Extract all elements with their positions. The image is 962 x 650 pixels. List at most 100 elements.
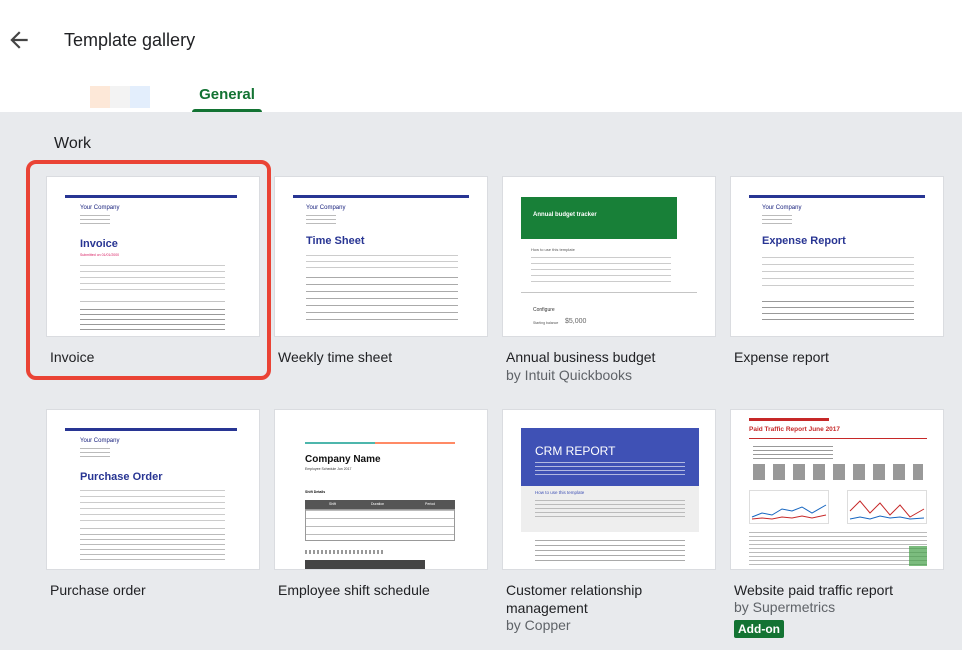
report-chart-left	[749, 490, 829, 524]
traffic-report-preview: Paid Traffic Report June 2017	[731, 410, 943, 569]
template-list: Work Your Company Invoice Submitted on 0…	[0, 112, 962, 650]
template-thumbnail[interactable]: Company Name Employee Schedule Jun 2017 …	[274, 409, 488, 570]
template-author: by Intuit Quickbooks	[506, 367, 633, 383]
doc-company: Your Company	[306, 205, 346, 211]
report-chart-right	[847, 490, 927, 524]
budget-amount-label: Starting balance	[533, 321, 559, 325]
budget-divider	[521, 292, 697, 293]
template-title: Customer relationship management	[506, 582, 643, 616]
header: Template gallery General	[0, 0, 962, 112]
crm-banner: CRM REPORT	[521, 428, 699, 486]
template-thumbnail[interactable]: Your Company Time Sheet	[274, 176, 488, 337]
budget-instructions	[531, 257, 671, 283]
tab-thumb-1[interactable]	[90, 86, 110, 108]
crm-steps	[535, 500, 685, 520]
expense-preview: Your Company Expense Report	[731, 177, 943, 336]
crm-howto-band: How to use this template	[521, 486, 699, 532]
schedule-subtitle: Employee Schedule Jun 2017	[305, 467, 352, 471]
doc-header-bar	[749, 195, 925, 198]
doc-details	[80, 490, 225, 524]
doc-vendor	[80, 534, 225, 564]
doc-header-bar	[65, 195, 237, 198]
doc-heading: Time Sheet	[306, 235, 365, 247]
doc-address	[80, 448, 110, 460]
page-title: Template gallery	[64, 30, 196, 50]
budget-label: How to use this template	[531, 247, 575, 252]
doc-divider	[80, 528, 225, 529]
doc-details	[762, 257, 914, 287]
line-chart-left-icon	[751, 504, 827, 520]
doc-company: Your Company	[80, 205, 120, 211]
doc-submitted: Submitted on 01/01/2000	[80, 253, 120, 257]
template-title: Annual business budget	[506, 349, 656, 365]
report-table	[749, 532, 927, 568]
doc-details	[306, 255, 458, 269]
report-kpis	[753, 464, 923, 480]
doc-company: Your Company	[762, 205, 802, 211]
overview-label	[305, 550, 385, 554]
timesheet-preview: Your Company Time Sheet	[275, 177, 487, 336]
budget-preview: Annual budget tracker How to use this te…	[503, 177, 715, 336]
report-bullets	[753, 446, 833, 460]
template-author: by Supermetrics	[734, 599, 836, 615]
budget-heading: Annual budget tracker	[533, 212, 597, 218]
report-table-heat	[909, 546, 927, 566]
doc-table	[306, 277, 458, 325]
invoice-preview: Your Company Invoice Submitted on 01/01/…	[47, 177, 259, 336]
doc-address	[762, 215, 792, 225]
tab-general-label: General	[199, 86, 255, 103]
template-title: Expense report	[734, 349, 829, 365]
template-thumbnail[interactable]: Your Company Purchase Order	[46, 409, 260, 570]
addon-badge: Add-on	[734, 620, 784, 638]
tab-thumb-3[interactable]	[130, 86, 150, 108]
doc-table	[80, 309, 225, 331]
doc-details	[80, 265, 225, 295]
template-thumbnail[interactable]: Annual budget tracker How to use this te…	[502, 176, 716, 337]
doc-company: Your Company	[80, 438, 120, 444]
doc-table	[762, 301, 914, 325]
doc-address	[306, 215, 336, 225]
doc-header-bar	[293, 195, 469, 198]
report-rule	[749, 438, 927, 439]
template-thumbnail[interactable]: CRM REPORT How to use this template	[502, 409, 716, 570]
company-heading: Company Name	[305, 454, 381, 465]
template-title: Website paid traffic report	[734, 582, 894, 598]
doc-heading: Expense Report	[762, 235, 846, 247]
line-chart-right-icon	[849, 500, 925, 520]
tab-general[interactable]: General	[192, 86, 262, 112]
doc-divider	[80, 301, 225, 302]
template-title: Purchase order	[50, 582, 146, 598]
doc-header-bar	[65, 428, 237, 431]
report-heading: Paid Traffic Report June 2017	[749, 426, 841, 433]
arrow-left-icon	[10, 31, 28, 49]
report-topbar	[749, 418, 829, 421]
shift-schedule-preview: Company Name Employee Schedule Jun 2017 …	[275, 410, 487, 569]
back-button[interactable]	[6, 27, 32, 53]
shift-details-label: Shift Details	[305, 490, 326, 494]
shift-table-body	[305, 509, 455, 541]
template-thumbnail[interactable]: Paid Traffic Report June 2017	[730, 409, 944, 570]
overview-table-header	[305, 560, 425, 569]
accent-line-teal	[305, 442, 375, 444]
shift-col-period: Period	[425, 502, 436, 506]
budget-category: Configure	[533, 307, 555, 313]
template-title: Employee shift schedule	[278, 582, 430, 598]
accent-line-orange	[375, 442, 455, 444]
template-thumbnail[interactable]: Your Company Invoice Submitted on 01/01/…	[46, 176, 260, 337]
crm-intro	[535, 462, 685, 476]
crm-howto-label: How to use this template	[535, 490, 585, 495]
budget-green-banner: Annual budget tracker	[521, 197, 677, 239]
budget-amount: $5,000	[565, 318, 587, 325]
shift-col-duration: Duration	[371, 502, 385, 506]
template-thumbnail[interactable]: Your Company Expense Report	[730, 176, 944, 337]
template-title: Invoice	[50, 349, 95, 365]
crm-heading: CRM REPORT	[535, 444, 616, 458]
section-title: Work	[54, 135, 92, 152]
doc-heading: Purchase Order	[80, 471, 163, 483]
doc-address	[80, 215, 110, 227]
crm-notes	[535, 540, 685, 562]
shift-col-shift: Shift	[329, 502, 337, 506]
tab-thumb-2[interactable]	[110, 86, 130, 108]
shift-table-header: Shift Duration Period	[305, 500, 455, 509]
crm-preview: CRM REPORT How to use this template	[503, 410, 715, 569]
